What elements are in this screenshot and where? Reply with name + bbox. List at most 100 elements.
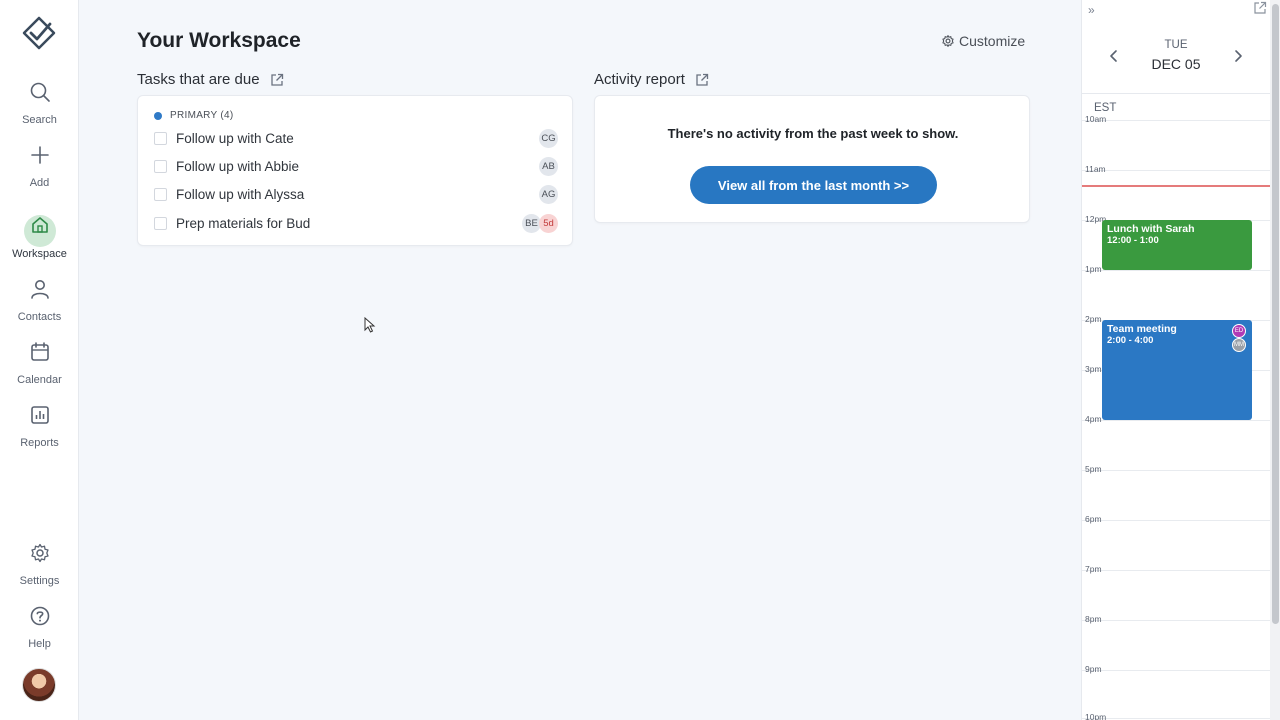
hour-line	[1082, 620, 1270, 621]
sidebar-item-workspace[interactable]: Workspace	[0, 209, 79, 260]
customize-button[interactable]: Customize	[941, 33, 1025, 49]
sidebar-item-label: Reports	[20, 437, 59, 449]
collapse-panel-button[interactable]: »	[1088, 3, 1095, 17]
sidebar-item-reports[interactable]: Reports	[0, 398, 79, 449]
activity-empty-message: There's no activity from the past week t…	[667, 126, 959, 141]
hour-line	[1082, 670, 1270, 671]
checkmark-logo[interactable]	[22, 16, 56, 50]
sidebar-item-contacts[interactable]: Contacts	[0, 272, 79, 323]
external-link-icon[interactable]	[1253, 1, 1267, 15]
event-title: Lunch with Sarah	[1107, 223, 1195, 235]
sidebar-item-label: Search	[22, 114, 57, 126]
group-label-text: PRIMARY (4)	[170, 110, 234, 121]
person-icon	[24, 278, 56, 310]
hour-label: 2pm	[1085, 314, 1102, 324]
sidebar-item-help[interactable]: Help	[0, 599, 79, 650]
calendar-icon	[24, 341, 56, 373]
task-text: Prep materials for Bud	[176, 215, 311, 231]
calendar-date: DEC 05	[1151, 56, 1201, 72]
mouse-cursor-icon	[364, 317, 376, 333]
activity-section-title: Activity report	[594, 71, 709, 88]
attendee-avatar: ED	[1232, 324, 1246, 338]
hour-line	[1082, 120, 1270, 121]
task-row[interactable]: Follow up with Alyssa AG	[154, 182, 558, 206]
hour-line	[1082, 170, 1270, 171]
tasks-card: PRIMARY (4) Follow up with Cate CG Follo…	[137, 95, 573, 246]
sidebar-item-label: Settings	[19, 575, 60, 587]
hour-label: 9pm	[1085, 664, 1102, 674]
calendar-panel: » TUE DEC 05 EST 10am 11am 12pm 1pm 2pm …	[1081, 0, 1280, 720]
task-text: Follow up with Alyssa	[176, 186, 305, 202]
assignee-avatar: CG	[539, 128, 558, 148]
task-text: Follow up with Abbie	[176, 158, 300, 174]
hour-label: 8pm	[1085, 614, 1102, 624]
hour-line	[1082, 270, 1270, 271]
hour-label: 10pm	[1085, 712, 1107, 720]
left-sidebar: Search Add Workspace Contacts Calendar R…	[0, 0, 79, 720]
assignee-avatar: AG	[539, 184, 558, 204]
sidebar-item-label: Workspace	[12, 248, 67, 260]
sidebar-item-search[interactable]: Search	[0, 75, 79, 126]
sidebar-item-label: Contacts	[17, 311, 62, 323]
sidebar-item-add[interactable]: Add	[0, 138, 79, 189]
hour-label: 3pm	[1085, 364, 1102, 374]
help-icon	[24, 605, 56, 637]
task-checkbox[interactable]	[154, 159, 167, 173]
activity-title: Activity report	[594, 71, 685, 88]
user-avatar[interactable]	[22, 668, 56, 702]
assignee-avatar: AB	[539, 156, 558, 176]
tasks-title: Tasks that are due	[137, 71, 260, 88]
tasks-section-title: Tasks that are due	[137, 71, 284, 88]
task-row[interactable]: Follow up with Cate CG	[154, 126, 558, 150]
hour-line	[1082, 718, 1270, 719]
calendar-event-lunch[interactable]: Lunch with Sarah 12:00 - 1:00	[1102, 220, 1252, 270]
group-dot-icon	[154, 111, 162, 120]
sidebar-item-settings[interactable]: Settings	[0, 536, 79, 587]
task-checkbox[interactable]	[154, 216, 167, 230]
calendar-timezone: EST	[1094, 102, 1117, 114]
gear-icon	[24, 542, 56, 574]
task-checkbox[interactable]	[154, 131, 167, 145]
calendar-divider	[1082, 93, 1270, 94]
calendar-event-team-meeting[interactable]: Team meeting 2:00 - 4:00 ED MM	[1102, 320, 1252, 420]
hour-line	[1082, 570, 1270, 571]
task-row[interactable]: Prep materials for Bud BE 5d	[154, 211, 558, 235]
current-time-indicator	[1082, 185, 1270, 187]
view-last-month-button[interactable]: View all from the last month >>	[690, 166, 937, 204]
event-title: Team meeting	[1107, 323, 1177, 335]
page-title: Your Workspace	[137, 29, 301, 52]
sidebar-item-calendar[interactable]: Calendar	[0, 335, 79, 386]
hour-label: 4pm	[1085, 414, 1102, 424]
external-link-icon[interactable]	[270, 73, 284, 87]
sidebar-item-label: Calendar	[17, 374, 62, 386]
task-checkbox[interactable]	[154, 187, 167, 201]
hour-label: 10am	[1085, 114, 1107, 124]
event-time: 2:00 - 4:00	[1107, 335, 1154, 346]
sidebar-item-label: Add	[29, 177, 50, 189]
hour-label: 5pm	[1085, 464, 1102, 474]
task-group-label[interactable]: PRIMARY (4)	[154, 110, 234, 121]
chart-icon	[24, 404, 56, 436]
customize-label: Customize	[959, 33, 1026, 49]
hour-label: 1pm	[1085, 264, 1102, 274]
hour-line	[1082, 470, 1270, 471]
scrollbar-thumb[interactable]	[1272, 4, 1279, 624]
hour-label: 6pm	[1085, 514, 1102, 524]
hour-label: 7pm	[1085, 564, 1102, 574]
attendee-avatar: MM	[1232, 338, 1246, 352]
hour-line	[1082, 420, 1270, 421]
activity-card: There's no activity from the past week t…	[594, 95, 1030, 223]
search-icon	[24, 81, 56, 113]
task-text: Follow up with Cate	[176, 130, 294, 146]
task-row[interactable]: Follow up with Abbie AB	[154, 154, 558, 178]
hour-line	[1082, 520, 1270, 521]
plus-icon	[24, 144, 56, 176]
gear-icon	[942, 35, 954, 47]
sidebar-item-label: Help	[28, 638, 51, 650]
due-badge: 5d	[539, 213, 558, 233]
external-link-icon[interactable]	[695, 73, 709, 87]
calendar-scrollbar[interactable]	[1270, 0, 1280, 720]
hour-label: 11am	[1085, 164, 1106, 174]
workspace-main: Your Workspace Customize Tasks that are …	[80, 0, 1080, 720]
home-icon	[23, 215, 56, 247]
